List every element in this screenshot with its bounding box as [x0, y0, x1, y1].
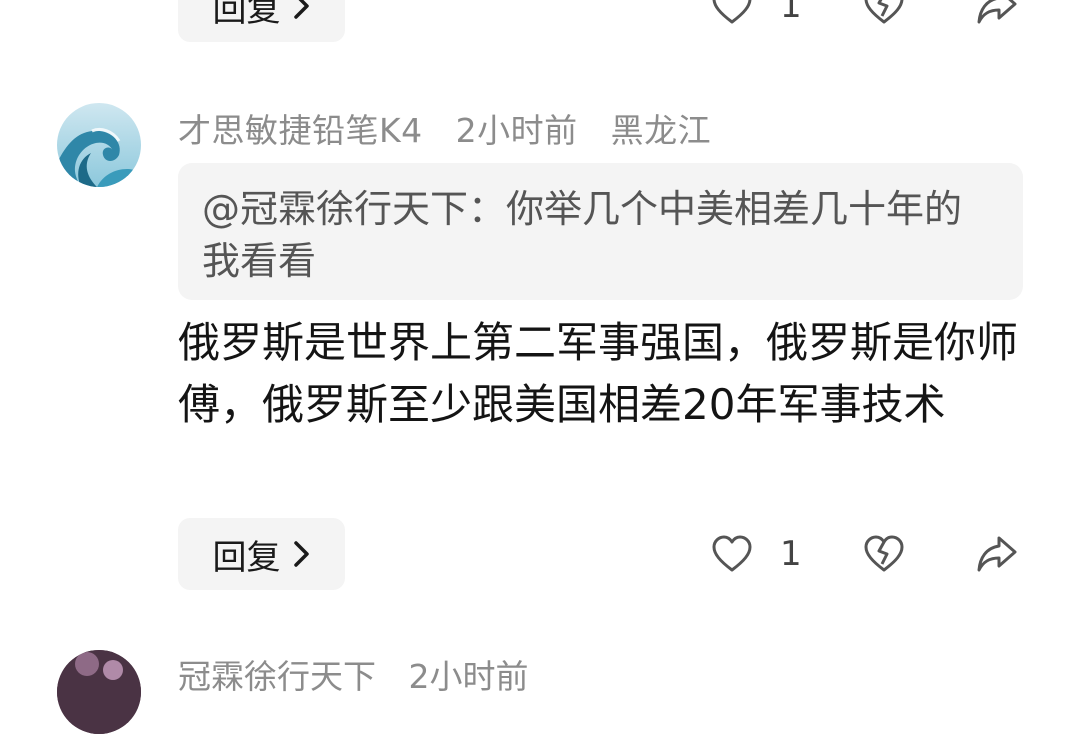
timestamp: 2小时前	[455, 111, 578, 150]
dislike-button[interactable]	[862, 0, 906, 42]
dislike-button[interactable]	[862, 518, 906, 590]
comment-text: 俄罗斯是世界上第二军事强国，俄罗斯是你师傅，俄罗斯至少跟美国相差20年军事技术	[178, 318, 1019, 429]
reply-button[interactable]: 回复	[178, 518, 345, 590]
username[interactable]: 冠霖徐行天下	[178, 657, 376, 696]
share-button[interactable]	[975, 518, 1019, 590]
heart-outline-icon	[712, 0, 752, 24]
like-button[interactable]: 1	[710, 518, 802, 590]
avatar-image	[57, 103, 141, 187]
share-arrow-icon	[977, 0, 1017, 24]
avatar-image	[57, 650, 141, 734]
broken-heart-icon	[864, 0, 904, 24]
previous-actions: 1	[700, 0, 1040, 42]
timestamp: 2小时前	[408, 657, 529, 696]
comment-actions: 1	[700, 518, 1040, 590]
share-button[interactable]	[975, 0, 1019, 42]
share-arrow-icon	[977, 536, 1017, 572]
quoted-reply[interactable]: @冠霖徐行天下：你举几个中美相差几十年的我看看	[178, 163, 1023, 300]
reply-button[interactable]: 回复	[178, 0, 345, 42]
like-count: 1	[780, 0, 802, 26]
broken-heart-icon	[864, 535, 904, 572]
username[interactable]: 才思敏捷铅笔K4	[178, 111, 423, 150]
chevron-right-icon	[293, 0, 309, 19]
reply-label: 回复	[212, 537, 281, 578]
like-button[interactable]: 1	[710, 0, 802, 42]
like-count: 1	[780, 534, 802, 574]
avatar[interactable]	[57, 103, 141, 187]
location: 黑龙江	[610, 111, 712, 150]
avatar[interactable]	[57, 650, 141, 734]
heart-outline-icon	[712, 535, 752, 572]
comment-meta: 才思敏捷铅笔K4 2小时前 黑龙江	[178, 104, 733, 152]
comment-meta: 冠霖徐行天下 2小时前	[178, 650, 551, 698]
reply-label: 回复	[212, 0, 281, 30]
chevron-right-icon	[293, 541, 309, 567]
